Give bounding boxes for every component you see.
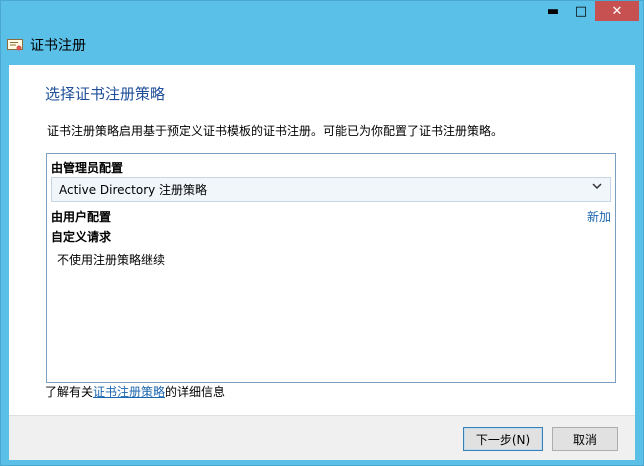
button-bar: 下一步(N) 取消	[9, 415, 635, 460]
maximize-button[interactable]: □	[567, 1, 595, 21]
minimize-button[interactable]: ▬	[539, 1, 567, 21]
learn-more-link[interactable]: 证书注册策略	[93, 385, 165, 399]
add-policy-link[interactable]: 新加	[587, 208, 611, 225]
learn-more-suffix: 的详细信息	[165, 385, 226, 399]
admin-policy-item[interactable]: Active Directory 注册策略	[51, 177, 611, 202]
window-title: 证书注册	[30, 38, 86, 54]
user-policy-heading: 由用户配置	[51, 210, 112, 224]
close-button[interactable]: ✕	[595, 1, 639, 21]
enrollment-policy-list: 由管理员配置 Active Directory 注册策略 由用户配置 新加 自定…	[46, 153, 616, 383]
learn-more-text: 了解有关证书注册策略的详细信息	[45, 383, 225, 400]
next-button[interactable]: 下一步(N)	[463, 427, 543, 451]
admin-policy-heading: 由管理员配置	[51, 161, 124, 175]
certificate-enrollment-window: ▬ □ ✕ 证书注册 选择证书注册策略 证书注册策略启用基于预定义证书模板的证书…	[0, 0, 644, 466]
caption-buttons: ▬ □ ✕	[539, 1, 639, 21]
proceed-without-policy-option[interactable]: 不使用注册策略继续	[57, 251, 165, 268]
admin-policy-label: Active Directory 注册策略	[59, 183, 208, 197]
client-area: 选择证书注册策略 证书注册策略启用基于预定义证书模板的证书注册。可能已为你配置了…	[9, 65, 635, 460]
close-icon: ✕	[611, 3, 623, 19]
page-description: 证书注册策略启用基于预定义证书模板的证书注册。可能已为你配置了证书注册策略。	[47, 124, 504, 138]
certificate-icon	[7, 38, 23, 52]
chevron-down-icon[interactable]	[592, 181, 602, 194]
learn-more-prefix: 了解有关	[45, 385, 94, 399]
maximize-icon: □	[574, 3, 588, 19]
minimize-icon: ▬	[546, 3, 560, 19]
title-bar: 证书注册	[7, 31, 637, 59]
page-heading: 选择证书注册策略	[45, 85, 166, 103]
custom-request-heading: 自定义请求	[51, 230, 112, 244]
cancel-button[interactable]: 取消	[552, 427, 618, 451]
